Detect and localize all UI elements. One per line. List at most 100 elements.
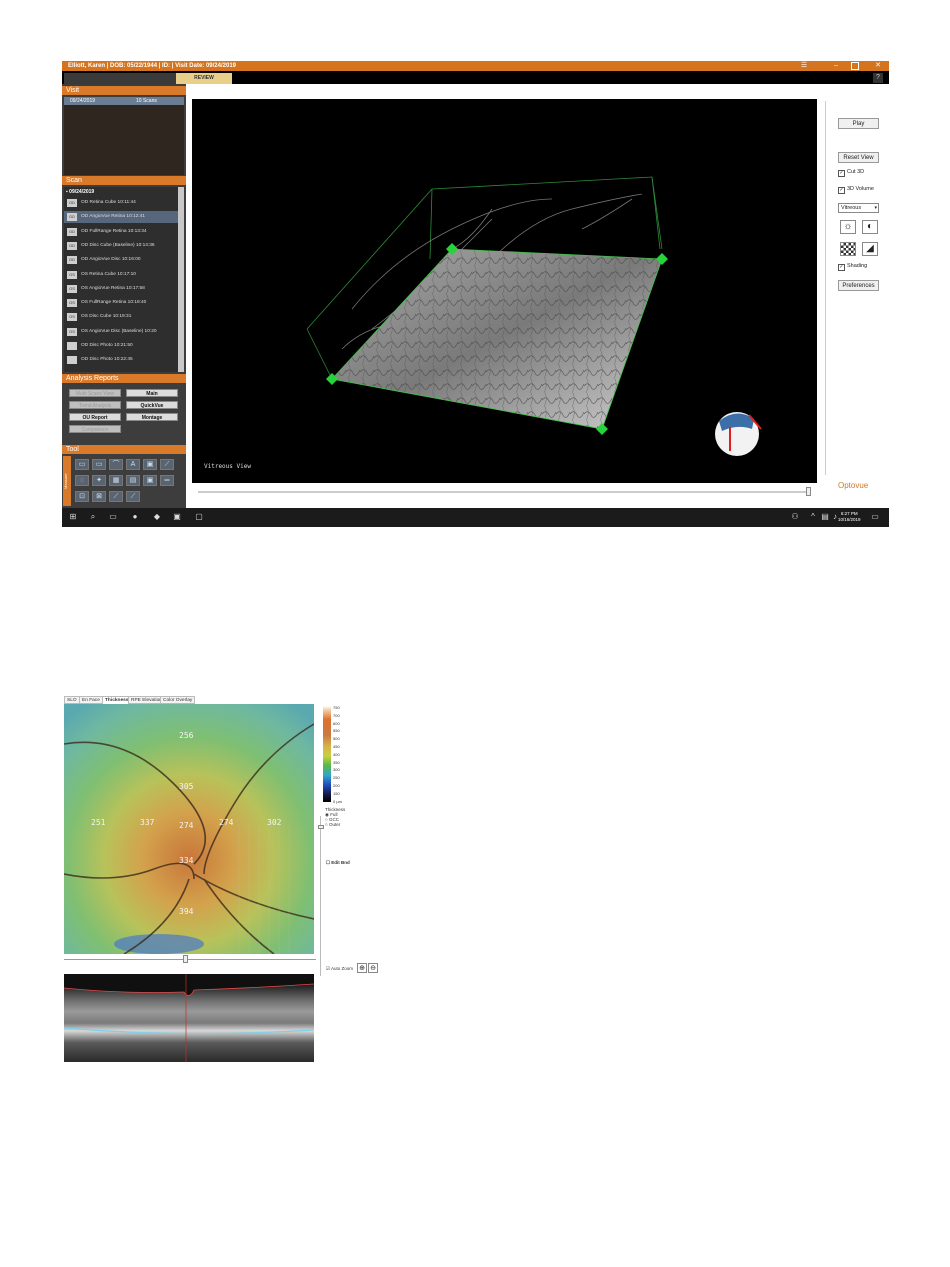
scan-type-icon: OD bbox=[67, 256, 77, 265]
preferences-button[interactable]: Preferences bbox=[838, 280, 879, 291]
select-tool-icon[interactable]: ⊡ bbox=[75, 491, 89, 502]
scan-list-item[interactable]: OD OD Retina Cube 10:11:44 bbox=[64, 197, 178, 209]
scan-list-scrollbar[interactable] bbox=[178, 187, 184, 372]
ellipse-tool-icon[interactable]: ▭ bbox=[92, 459, 106, 470]
horizontal-slider-thumb[interactable] bbox=[806, 487, 811, 496]
multi-scans-view-button[interactable]: Multi Scans View bbox=[69, 389, 121, 397]
scan-list-item[interactable]: OS OS AngioVue Disc (Baseline) 10:20 bbox=[64, 326, 178, 338]
text-tool-icon[interactable]: A bbox=[126, 459, 140, 470]
grid-tool-icon[interactable]: ▦ bbox=[109, 475, 123, 486]
tab-color-overlay[interactable]: Color Overlay bbox=[160, 696, 196, 704]
auto-zoom-checkbox[interactable]: ☑ Auto Zoom bbox=[326, 966, 353, 971]
tab-en-face[interactable]: En Face bbox=[79, 696, 103, 704]
horizontal-slider[interactable] bbox=[64, 959, 316, 960]
tray-chevron-icon[interactable]: ^ bbox=[808, 512, 818, 522]
tab-acquire[interactable] bbox=[120, 73, 176, 84]
thickness-value-right-outer: 302 bbox=[267, 818, 282, 827]
horizontal-slider[interactable] bbox=[198, 491, 810, 493]
vertical-slider[interactable] bbox=[320, 816, 321, 976]
shading-checkbox[interactable]: ✓ Shading bbox=[838, 262, 867, 271]
visit-date: 09/24/2019 bbox=[70, 98, 96, 104]
reset-view-button[interactable]: Reset View bbox=[838, 152, 879, 163]
scan-list-item[interactable]: OD OD AngioVue Disc 10:16:00 bbox=[64, 254, 178, 266]
frame-tool-icon[interactable]: ▣ bbox=[143, 475, 157, 486]
main-report-button[interactable]: Main bbox=[126, 389, 178, 397]
search-icon[interactable]: ⌕ bbox=[88, 512, 98, 522]
scan-item-label: OS AngioVue Retina 10:17:58 bbox=[81, 285, 145, 291]
app-icon[interactable]: ● bbox=[130, 512, 140, 522]
user-icon[interactable]: ⚇ bbox=[790, 512, 800, 522]
circle-tool-icon[interactable]: ◌ bbox=[75, 475, 89, 486]
comparison-button[interactable]: Comparison bbox=[69, 425, 121, 433]
tab-patient[interactable] bbox=[64, 73, 120, 84]
scan-list-item[interactable]: OS OS FullRange Retina 10:18:40 bbox=[64, 297, 178, 309]
app-icon[interactable]: ▣ bbox=[172, 512, 182, 522]
tab-review[interactable]: REVIEW bbox=[176, 73, 232, 84]
help-icon[interactable]: ? bbox=[873, 73, 883, 83]
image-tool-icon[interactable]: ▣ bbox=[143, 459, 157, 470]
star-tool-icon[interactable]: ✦ bbox=[92, 475, 106, 486]
taskbar-clock[interactable]: 6:27 PM 10/16/2019 bbox=[838, 511, 861, 523]
scan-list-item[interactable]: OD OD Disc Cube (Baseline) 10:14:36 bbox=[64, 240, 178, 252]
scan-list-item[interactable]: OD OD AngioVue Retina 10:12:41 bbox=[64, 211, 178, 224]
app-icon[interactable]: ◆ bbox=[152, 512, 162, 522]
cut-3d-checkbox[interactable]: ✓ Cut 3D bbox=[838, 168, 864, 177]
oct-b-scan[interactable] bbox=[64, 974, 314, 1062]
line-tool-icon[interactable]: ⟋ bbox=[160, 459, 174, 470]
visit-row[interactable]: 09/24/2019 10 Scans bbox=[64, 97, 184, 105]
angle-tool-icon[interactable]: ⟋ bbox=[126, 491, 140, 502]
outer-radio[interactable]: ○ Outer bbox=[325, 822, 340, 827]
trend-analysis-button[interactable]: Trend Analysis bbox=[69, 401, 121, 409]
crop-tool-icon[interactable]: ⊠ bbox=[92, 491, 106, 502]
menu-icon[interactable]: ☰ bbox=[800, 62, 808, 70]
horizontal-slider-thumb[interactable] bbox=[183, 955, 188, 963]
close-icon[interactable]: ✕ bbox=[874, 62, 882, 70]
scan-list-item[interactable]: OS OS Retina Cube 10:17:10 bbox=[64, 269, 178, 281]
windows-start-icon[interactable]: ⊞ bbox=[68, 512, 78, 522]
vertical-slider[interactable] bbox=[825, 101, 826, 475]
optovue-logo: Optovue bbox=[838, 481, 869, 490]
ruler-tool-icon[interactable]: ═ bbox=[160, 475, 174, 486]
maximize-icon[interactable] bbox=[851, 62, 859, 70]
play-button[interactable]: Play bbox=[838, 118, 879, 129]
contrast-icon[interactable]: ◐ bbox=[862, 220, 878, 234]
scan-list-item[interactable]: OD OD FullRange Retina 10:13:34 bbox=[64, 226, 178, 238]
3d-volume-viewer[interactable]: Vitreous View bbox=[192, 99, 817, 483]
scan-list-item[interactable]: OS OS AngioVue Retina 10:17:58 bbox=[64, 283, 178, 295]
quickvue-button[interactable]: QuickVue bbox=[126, 401, 178, 409]
scan-item-label: OD Disc Photo 10:22:45 bbox=[81, 357, 133, 363]
scan-group-date[interactable]: ▪ 09/24/2019 bbox=[66, 189, 94, 195]
3d-volume-checkbox[interactable]: ✓ 3D Volume bbox=[838, 185, 874, 194]
notification-icon[interactable]: ▭ bbox=[870, 512, 880, 522]
edit-bnd-checkbox[interactable]: ☐ Edit Bnd bbox=[326, 860, 350, 865]
minimize-icon[interactable]: – bbox=[832, 62, 840, 70]
checkerboard-icon[interactable] bbox=[840, 242, 856, 256]
scan-item-label: OD Retina Cube 10:11:44 bbox=[81, 200, 136, 205]
thickness-map[interactable]: 256 305 251 337 274 274 302 334 394 bbox=[64, 704, 314, 954]
gamma-icon[interactable]: ◢ bbox=[862, 242, 878, 256]
vertical-slider-thumb[interactable] bbox=[318, 825, 324, 829]
curve-tool-icon[interactable]: ⌒ bbox=[109, 459, 123, 470]
scan-list-item[interactable]: OS OS Disc Cube 10:19:31 bbox=[64, 311, 178, 323]
montage-button[interactable]: Montage bbox=[126, 413, 178, 421]
scan-type-icon: OD bbox=[67, 213, 77, 222]
zoom-in-icon[interactable]: ⊕ bbox=[357, 963, 367, 973]
network-icon[interactable]: ▤ bbox=[820, 512, 830, 522]
measure-side-tab[interactable]: Measure bbox=[63, 456, 71, 506]
scan-list-item[interactable]: OD Disc Photo 10:21:50 bbox=[64, 340, 178, 352]
tool-header: Tool bbox=[62, 445, 186, 454]
colorbar-tick-label: 0 µm bbox=[333, 798, 342, 804]
zoom-out-icon[interactable]: ⊖ bbox=[368, 963, 378, 973]
visit-scan-count: 10 Scans bbox=[136, 98, 157, 104]
rectangle-tool-icon[interactable]: ▭ bbox=[75, 459, 89, 470]
task-view-icon[interactable]: ▭ bbox=[108, 512, 118, 522]
layers-tool-icon[interactable]: ▤ bbox=[126, 475, 140, 486]
tab-slo[interactable]: SLO bbox=[64, 696, 80, 704]
layer-select[interactable]: Vitreous ▾ bbox=[838, 203, 879, 213]
edit-bnd-label: Edit Bnd bbox=[331, 860, 350, 865]
ou-report-button[interactable]: OU Report bbox=[69, 413, 121, 421]
brightness-icon[interactable]: ☼ bbox=[840, 220, 856, 234]
scan-list-item[interactable]: OD Disc Photo 10:22:45 bbox=[64, 354, 178, 366]
app-icon[interactable]: ▢ bbox=[194, 512, 204, 522]
draw-tool-icon[interactable]: ⟋ bbox=[109, 491, 123, 502]
